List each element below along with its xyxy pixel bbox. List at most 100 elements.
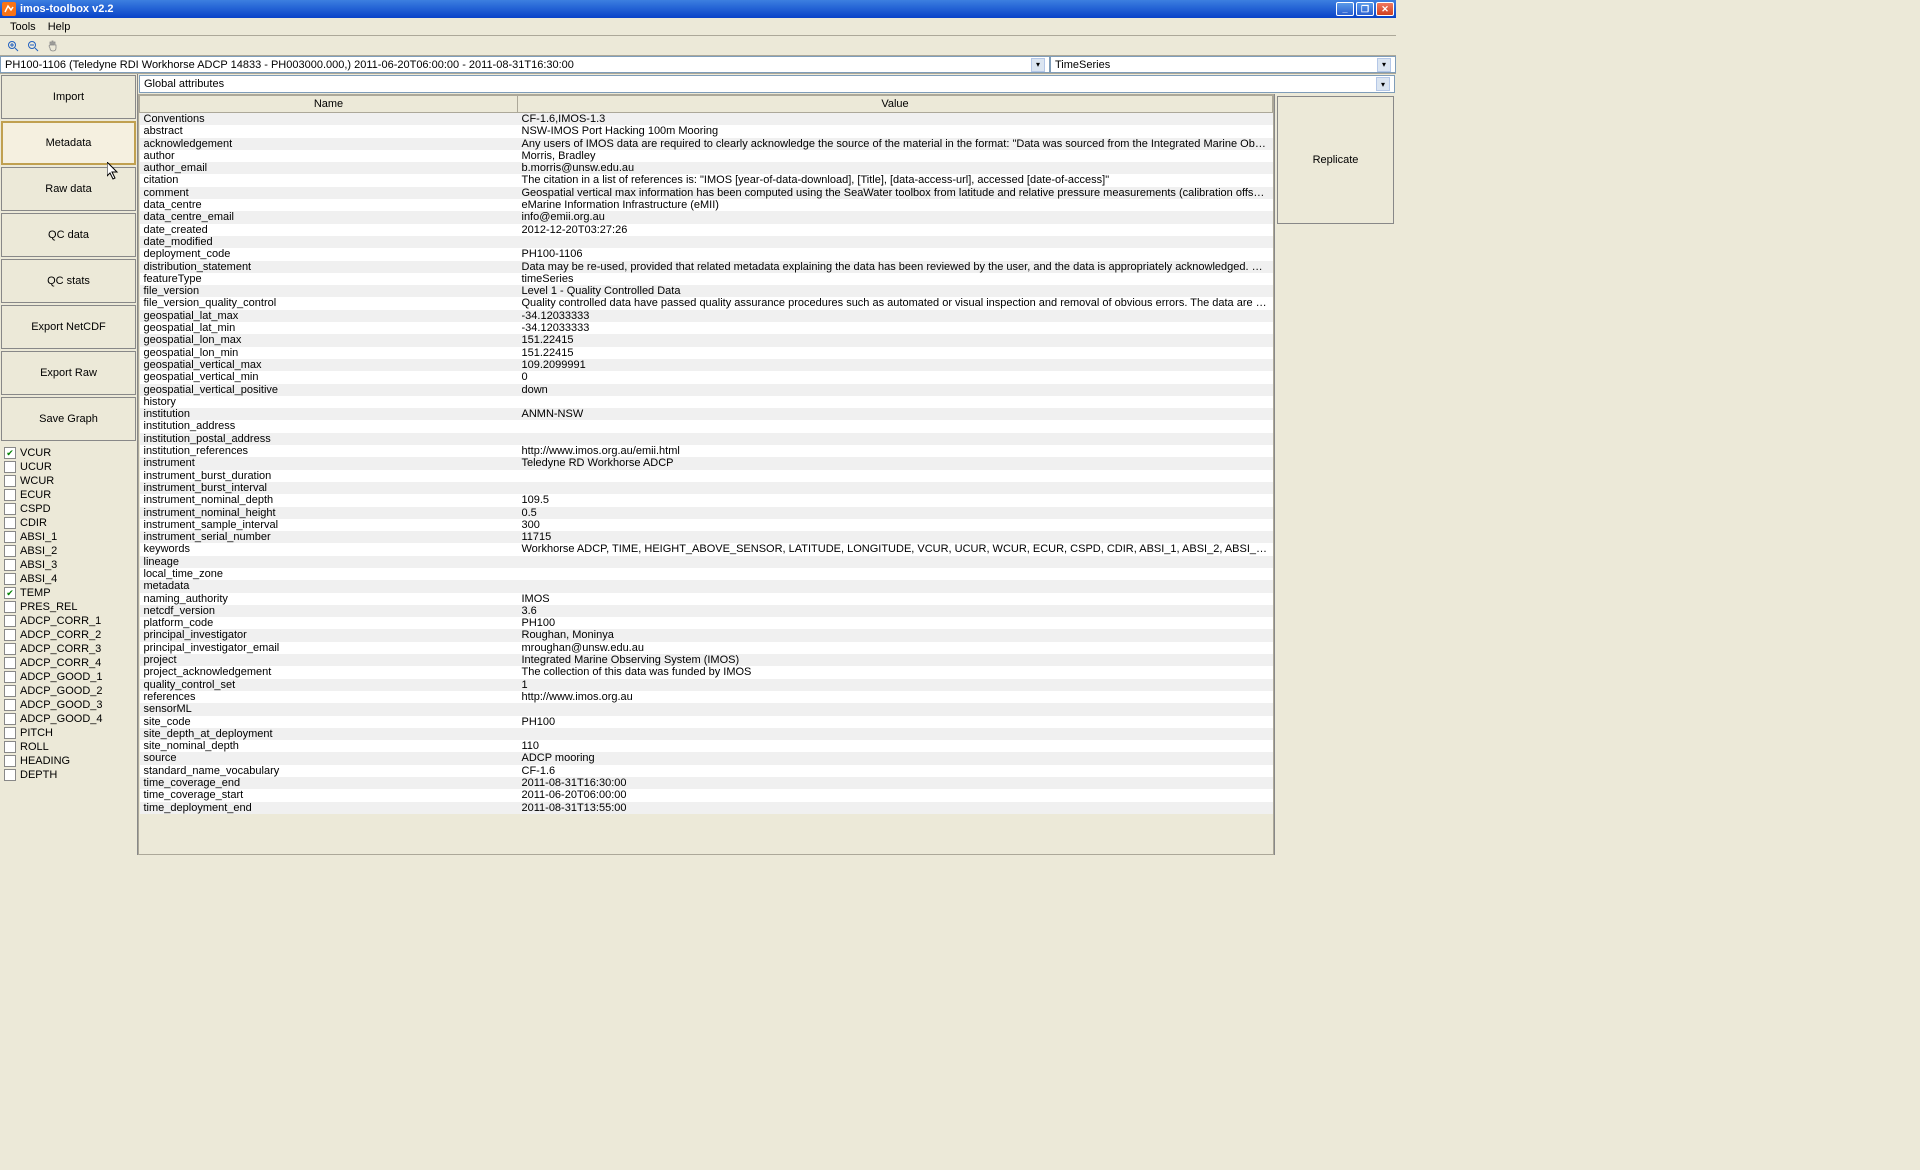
table-row[interactable]: sensorML — [140, 703, 1273, 715]
table-row[interactable]: lineage — [140, 556, 1273, 568]
table-row[interactable]: authorMorris, Bradley — [140, 150, 1273, 162]
table-row[interactable]: projectIntegrated Marine Observing Syste… — [140, 654, 1273, 666]
menu-help[interactable]: Help — [42, 21, 77, 33]
table-row[interactable]: instrument_serial_number11715 — [140, 531, 1273, 543]
checkbox[interactable] — [4, 671, 16, 683]
checkbox[interactable] — [4, 573, 16, 585]
checkbox[interactable] — [4, 713, 16, 725]
table-row[interactable]: acknowledgementAny users of IMOS data ar… — [140, 138, 1273, 150]
table-row[interactable]: netcdf_version3.6 — [140, 605, 1273, 617]
maximize-button[interactable]: ❐ — [1356, 2, 1374, 16]
table-row[interactable]: file_version_quality_controlQuality cont… — [140, 297, 1273, 309]
table-row[interactable]: deployment_codePH100-1106 — [140, 248, 1273, 260]
checkbox[interactable] — [4, 629, 16, 641]
table-row[interactable]: quality_control_set1 — [140, 679, 1273, 691]
raw-data-button[interactable]: Raw data — [1, 167, 136, 211]
minimize-button[interactable]: _ — [1336, 2, 1354, 16]
table-row[interactable]: instrumentTeledyne RD Workhorse ADCP — [140, 457, 1273, 469]
file-dropdown[interactable]: PH100-1106 (Teledyne RDI Workhorse ADCP … — [0, 56, 1050, 73]
table-row[interactable]: instrument_burst_duration — [140, 470, 1273, 482]
table-row[interactable]: geospatial_lat_min-34.12033333 — [140, 322, 1273, 334]
table-row[interactable]: geospatial_vertical_min0 — [140, 371, 1273, 383]
pan-icon[interactable] — [46, 39, 60, 53]
checkbox[interactable] — [4, 615, 16, 627]
table-row[interactable]: geospatial_vertical_max109.2099991 — [140, 359, 1273, 371]
table-row[interactable]: history — [140, 396, 1273, 408]
table-row[interactable]: instrument_burst_interval — [140, 482, 1273, 494]
checkbox[interactable] — [4, 643, 16, 655]
menu-tools[interactable]: Tools — [4, 21, 42, 33]
table-row[interactable]: featureTypetimeSeries — [140, 273, 1273, 285]
column-header-name[interactable]: Name — [140, 96, 518, 113]
checkbox[interactable] — [4, 727, 16, 739]
checkbox[interactable] — [4, 545, 16, 557]
table-row[interactable]: project_acknowledgementThe collection of… — [140, 666, 1273, 678]
checkbox[interactable] — [4, 587, 16, 599]
table-row[interactable]: instrument_sample_interval300 — [140, 519, 1273, 531]
table-row[interactable]: distribution_statementData may be re-use… — [140, 261, 1273, 273]
table-row[interactable]: institution_referenceshttp://www.imos.or… — [140, 445, 1273, 457]
attributes-table[interactable]: Name Value ConventionsCF-1.6,IMOS-1.3abs… — [138, 94, 1274, 855]
table-row[interactable]: keywordsWorkhorse ADCP, TIME, HEIGHT_ABO… — [140, 543, 1273, 555]
table-row[interactable]: data_centreeMarine Information Infrastru… — [140, 199, 1273, 211]
table-row[interactable]: date_modified — [140, 236, 1273, 248]
export-netcdf-button[interactable]: Export NetCDF — [1, 305, 136, 349]
checkbox[interactable] — [4, 657, 16, 669]
table-row[interactable]: principal_investigatorRoughan, Moninya — [140, 629, 1273, 641]
checkbox[interactable] — [4, 489, 16, 501]
checkbox[interactable] — [4, 685, 16, 697]
table-row[interactable]: geospatial_vertical_positivedown — [140, 384, 1273, 396]
checkbox[interactable] — [4, 531, 16, 543]
checkbox[interactable] — [4, 503, 16, 515]
table-row[interactable]: naming_authorityIMOS — [140, 593, 1273, 605]
table-row[interactable]: institutionANMN-NSW — [140, 408, 1273, 420]
import-button[interactable]: Import — [1, 75, 136, 119]
zoom-out-icon[interactable] — [26, 39, 40, 53]
table-row[interactable]: citationThe citation in a list of refere… — [140, 174, 1273, 186]
table-row[interactable]: site_nominal_depth110 — [140, 740, 1273, 752]
table-row[interactable]: time_coverage_start2011-06-20T06:00:00 — [140, 789, 1273, 801]
table-row[interactable]: site_codePH100 — [140, 716, 1273, 728]
table-row[interactable]: institution_address — [140, 420, 1273, 432]
table-row[interactable]: instrument_nominal_height0.5 — [140, 507, 1273, 519]
qc-data-button[interactable]: QC data — [1, 213, 136, 257]
mode-dropdown[interactable]: TimeSeries ▾ — [1050, 56, 1396, 73]
checkbox[interactable] — [4, 517, 16, 529]
column-header-value[interactable]: Value — [518, 96, 1273, 113]
table-row[interactable]: geospatial_lon_max151.22415 — [140, 334, 1273, 346]
table-row[interactable]: data_centre_emailinfo@emii.org.au — [140, 211, 1273, 223]
metadata-button[interactable]: Metadata — [1, 121, 136, 165]
checkbox[interactable] — [4, 461, 16, 473]
checkbox[interactable] — [4, 699, 16, 711]
table-row[interactable]: site_depth_at_deployment — [140, 728, 1273, 740]
table-row[interactable]: geospatial_lat_max-34.12033333 — [140, 310, 1273, 322]
save-graph-button[interactable]: Save Graph — [1, 397, 136, 441]
checkbox[interactable] — [4, 601, 16, 613]
table-row[interactable]: time_coverage_end2011-08-31T16:30:00 — [140, 777, 1273, 789]
attribute-dropdown[interactable]: Global attributes ▾ — [139, 75, 1395, 93]
qc-stats-button[interactable]: QC stats — [1, 259, 136, 303]
table-row[interactable]: file_versionLevel 1 - Quality Controlled… — [140, 285, 1273, 297]
table-row[interactable]: institution_postal_address — [140, 433, 1273, 445]
checkbox[interactable] — [4, 475, 16, 487]
checkbox[interactable] — [4, 741, 16, 753]
table-row[interactable]: time_deployment_end2011-08-31T13:55:00 — [140, 802, 1273, 814]
table-row[interactable]: local_time_zone — [140, 568, 1273, 580]
table-row[interactable]: abstractNSW-IMOS Port Hacking 100m Moori… — [140, 125, 1273, 137]
table-row[interactable]: principal_investigator_emailmroughan@uns… — [140, 642, 1273, 654]
table-row[interactable]: metadata — [140, 580, 1273, 592]
close-button[interactable]: ✕ — [1376, 2, 1394, 16]
table-row[interactable]: instrument_nominal_depth109.5 — [140, 494, 1273, 506]
checkbox[interactable] — [4, 447, 16, 459]
checkbox[interactable] — [4, 769, 16, 781]
table-row[interactable]: platform_codePH100 — [140, 617, 1273, 629]
table-row[interactable]: date_created2012-12-20T03:27:26 — [140, 224, 1273, 236]
checkbox[interactable] — [4, 755, 16, 767]
table-row[interactable]: commentGeospatial vertical max informati… — [140, 187, 1273, 199]
export-raw-button[interactable]: Export Raw — [1, 351, 136, 395]
table-row[interactable]: sourceADCP mooring — [140, 752, 1273, 764]
checkbox[interactable] — [4, 559, 16, 571]
table-row[interactable]: standard_name_vocabularyCF-1.6 — [140, 765, 1273, 777]
table-row[interactable]: author_emailb.morris@unsw.edu.au — [140, 162, 1273, 174]
replicate-button[interactable]: Replicate — [1277, 96, 1394, 224]
